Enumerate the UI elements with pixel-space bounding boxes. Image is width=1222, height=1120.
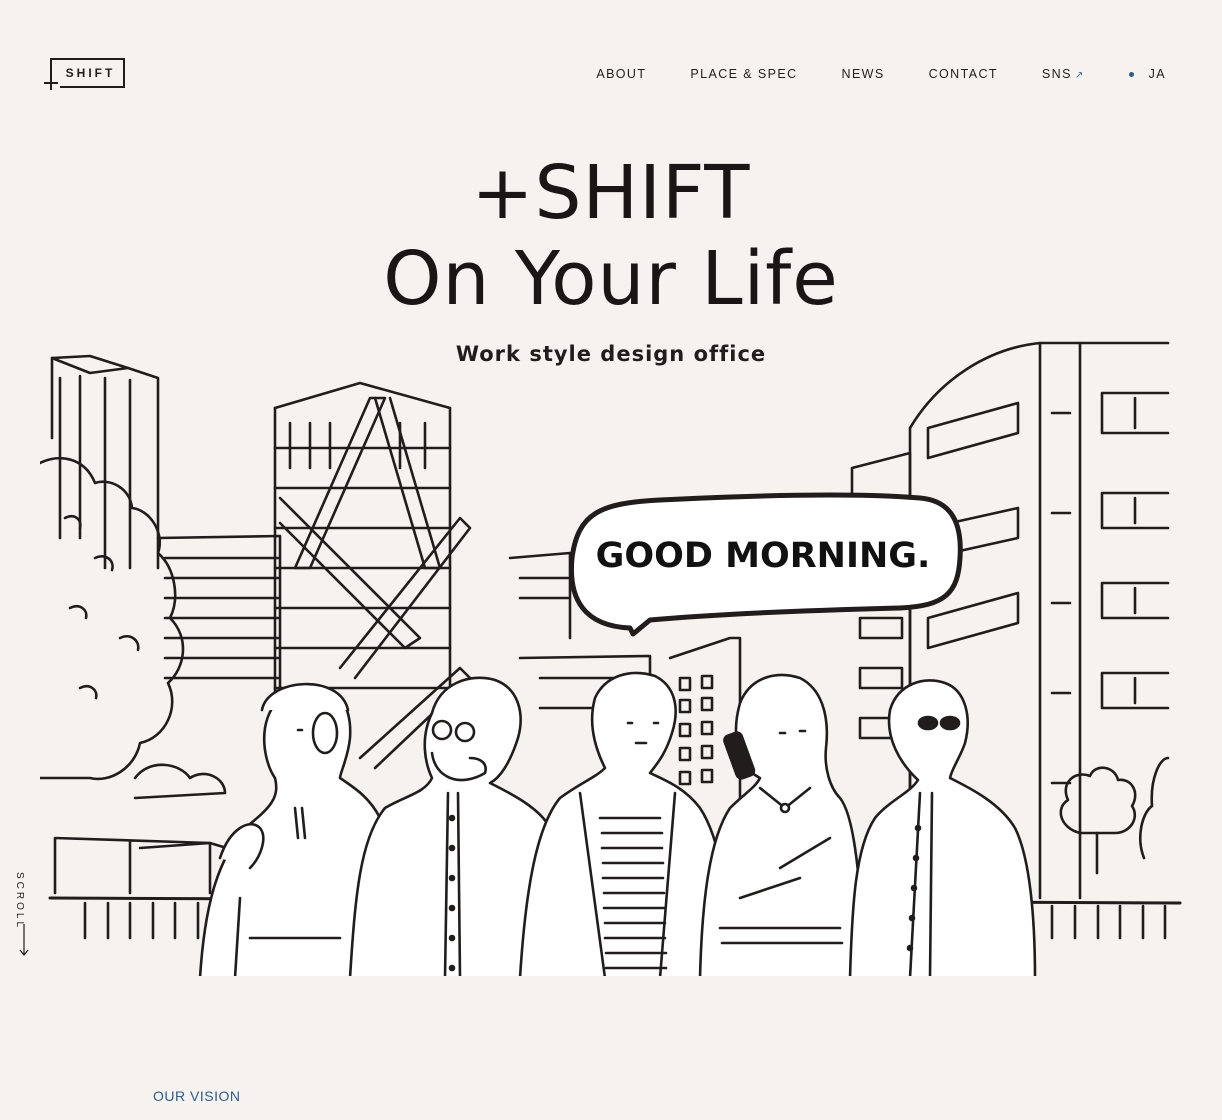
language-indicator-dot: [1128, 71, 1134, 77]
language-switch[interactable]: JA: [1128, 67, 1166, 81]
scroll-indicator[interactable]: SCROLL: [14, 872, 34, 962]
hero-title-line-1: +SHIFT: [471, 150, 751, 236]
language-label: JA: [1148, 67, 1166, 81]
nav-sns-label: SNS: [1041, 67, 1072, 81]
hero-subtitle: Work style design office: [455, 342, 767, 366]
main-nav: ABOUT PLACE & SPEC NEWS CONTACT SNS ↗ JA: [552, 67, 1166, 81]
hero-title: +SHIFT On Your Life: [0, 150, 1222, 322]
logo-plus-icon: [44, 76, 58, 90]
nav-sns[interactable]: SNS ↗: [1042, 67, 1085, 81]
nav-contact[interactable]: CONTACT: [929, 67, 998, 81]
page: SHIFT ABOUT PLACE & SPEC NEWS CONTACT SN…: [0, 0, 1222, 1120]
arrow-down-icon: [19, 924, 29, 956]
nav-place-spec[interactable]: PLACE & SPEC: [690, 67, 797, 81]
city-crowd-illustration: [40, 341, 1182, 980]
hero-title-line-2: On Your Life: [383, 236, 839, 322]
logo[interactable]: SHIFT: [44, 56, 128, 92]
nav-news[interactable]: NEWS: [842, 67, 885, 81]
external-link-icon: ↗: [1074, 70, 1085, 81]
speech-bubble-text: GOOD MORNING.: [595, 536, 931, 576]
logo-wordmark: SHIFT: [50, 58, 125, 88]
scroll-label: SCROLL: [14, 872, 25, 931]
nav-about[interactable]: ABOUT: [596, 67, 646, 81]
our-vision-label: OUR VISION: [153, 1088, 241, 1104]
